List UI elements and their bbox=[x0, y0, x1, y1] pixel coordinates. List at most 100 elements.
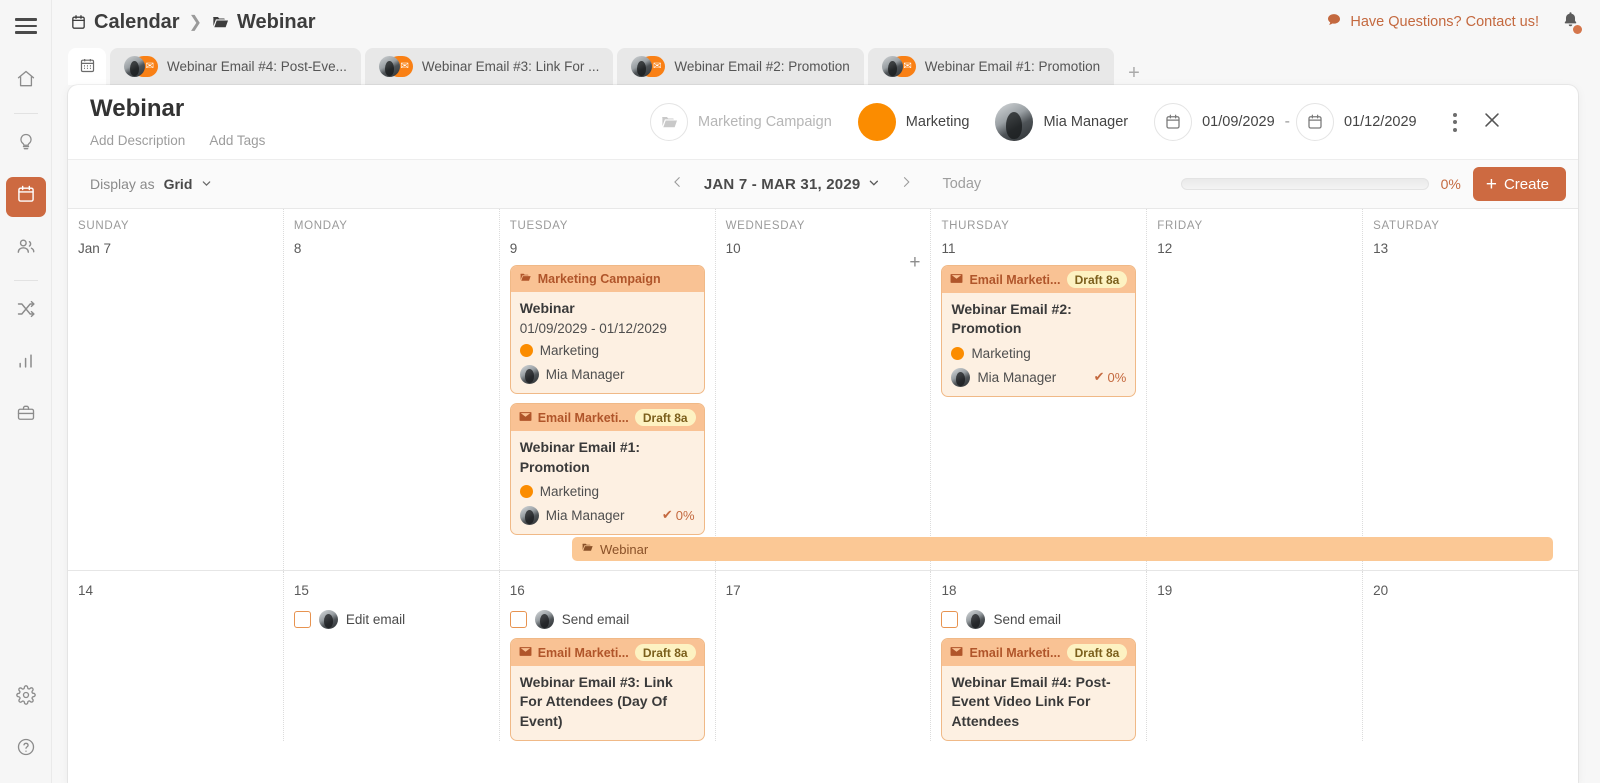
day-cell-17[interactable]: 17 bbox=[716, 571, 932, 741]
breadcrumb-root[interactable]: Calendar bbox=[94, 11, 180, 34]
event-card-email3[interactable]: Email Marketi... Draft 8a Webinar Email … bbox=[509, 638, 705, 741]
event-card-email4[interactable]: Email Marketi... Draft 8a Webinar Email … bbox=[941, 638, 1137, 741]
bar-chart-icon bbox=[16, 351, 36, 376]
day-of-week-label: SATURDAY bbox=[1373, 220, 1440, 232]
day-number: 16 bbox=[509, 583, 525, 598]
day-cell-16[interactable]: 16 Send email Email Marketi... Draft 8a bbox=[500, 571, 716, 741]
email-avatar-icon: ✉ bbox=[378, 56, 413, 77]
hamburger-icon[interactable] bbox=[14, 14, 37, 38]
spanning-event-label: Webinar bbox=[600, 541, 649, 557]
add-description-link[interactable]: Add Description bbox=[90, 133, 185, 148]
event-card-channel: Marketing bbox=[519, 343, 695, 358]
tab-strip: ✉ Webinar Email #4: Post-Eve... ✉ Webina… bbox=[68, 48, 1578, 85]
sidebar-item-ideas[interactable] bbox=[6, 125, 46, 165]
channel-chip[interactable]: Marketing bbox=[857, 103, 969, 141]
task-checkbox[interactable] bbox=[509, 611, 527, 628]
webinar-detail-panel: Webinar Add Description Add Tags Marketi… bbox=[68, 85, 1578, 783]
day-cell-saturday[interactable]: SATURDAY 13 bbox=[1363, 209, 1578, 570]
tab-label: Webinar Email #4: Post-Eve... bbox=[167, 59, 347, 74]
tab-item[interactable]: ✉ Webinar Email #3: Link For ... bbox=[364, 48, 614, 85]
avatar bbox=[995, 103, 1034, 141]
date-range-label: JAN 7 - MAR 31, 2029 bbox=[703, 175, 861, 193]
day-cell-18[interactable]: 18 Send email Email Marketi... Draft 8a bbox=[931, 571, 1148, 741]
day-cell-14[interactable]: 14 bbox=[68, 571, 284, 741]
sidebar-item-workflows[interactable] bbox=[6, 292, 46, 332]
close-icon[interactable] bbox=[1481, 109, 1503, 136]
display-as-control[interactable]: Display as Grid bbox=[90, 176, 212, 192]
event-card-channel: Marketing bbox=[519, 484, 695, 499]
event-card-type: Email Marketi... bbox=[537, 645, 629, 660]
more-options-icon[interactable] bbox=[1443, 107, 1467, 138]
day-cell-15[interactable]: 15 Edit email bbox=[284, 571, 500, 741]
day-cell-wednesday[interactable]: WEDNESDAY 10 + bbox=[716, 209, 932, 570]
calendar-icon bbox=[1296, 103, 1334, 141]
sidebar-item-analytics[interactable] bbox=[6, 344, 46, 384]
day-cell-thursday[interactable]: THURSDAY 11 Email Marketi... Draft 8a We… bbox=[931, 209, 1148, 570]
tab-calendar-home[interactable] bbox=[68, 48, 106, 85]
task-row[interactable]: Send email bbox=[941, 610, 1136, 629]
day-cell-19[interactable]: 19 bbox=[1147, 571, 1364, 741]
owner-chip[interactable]: Mia Manager bbox=[995, 103, 1128, 141]
notification-bell-icon[interactable] bbox=[1561, 10, 1582, 34]
event-card-campaign[interactable]: Marketing Campaign Webinar 01/09/2029 - … bbox=[509, 265, 705, 395]
email-avatar-icon: ✉ bbox=[881, 56, 916, 77]
panel-title-actions: Add Description Add Tags bbox=[90, 133, 650, 148]
day-cell-sunday[interactable]: SUNDAY Jan 7 bbox=[68, 209, 284, 570]
tab-item[interactable]: ✉ Webinar Email #1: Promotion bbox=[867, 48, 1115, 85]
day-number: 8 bbox=[293, 241, 302, 256]
folder-icon bbox=[650, 103, 688, 141]
sidebar-item-calendar[interactable] bbox=[5, 176, 46, 217]
task-checkbox[interactable] bbox=[293, 611, 311, 628]
start-date-chip[interactable]: 01/09/2029 bbox=[1154, 103, 1275, 141]
add-event-icon[interactable]: + bbox=[909, 253, 920, 272]
add-tab-button[interactable]: + bbox=[1128, 62, 1140, 85]
shuffle-icon bbox=[16, 299, 36, 324]
campaign-chip[interactable]: Marketing Campaign bbox=[650, 103, 832, 141]
folder-icon bbox=[581, 541, 594, 557]
day-cell-monday[interactable]: MONDAY 8 bbox=[284, 209, 500, 570]
next-period-icon[interactable] bbox=[893, 172, 918, 197]
tab-item[interactable]: ✉ Webinar Email #4: Post-Eve... bbox=[110, 48, 361, 85]
people-icon bbox=[15, 236, 36, 262]
event-card-email2[interactable]: Email Marketi... Draft 8a Webinar Email … bbox=[941, 265, 1137, 397]
add-tags-link[interactable]: Add Tags bbox=[209, 133, 265, 148]
day-of-week-label: FRIDAY bbox=[1157, 220, 1203, 232]
chat-bubble-icon bbox=[1326, 12, 1342, 32]
left-sidebar bbox=[0, 0, 52, 783]
event-card-body: Webinar Email #4: Post-Event Video Link … bbox=[942, 666, 1135, 740]
end-date-chip[interactable]: 01/12/2029 bbox=[1296, 103, 1417, 141]
create-button[interactable]: + Create bbox=[1472, 167, 1566, 201]
day-number: 15 bbox=[293, 583, 309, 598]
task-row[interactable]: Send email bbox=[509, 610, 705, 629]
sidebar-item-home[interactable] bbox=[6, 62, 46, 102]
event-card-header: Email Marketi... Draft 8a bbox=[942, 266, 1136, 293]
sidebar-item-settings[interactable] bbox=[6, 677, 46, 717]
prev-period-icon[interactable] bbox=[665, 172, 690, 197]
day-cell-friday[interactable]: FRIDAY 12 bbox=[1147, 209, 1364, 570]
day-cell-20[interactable]: 20 bbox=[1363, 571, 1578, 741]
breadcrumb-current[interactable]: Webinar bbox=[237, 11, 316, 34]
email-avatar-icon: ✉ bbox=[631, 56, 666, 77]
owner-label: Mia Manager bbox=[977, 369, 1057, 385]
event-card-title: Webinar Email #2: Promotion bbox=[951, 301, 1072, 337]
sidebar-item-help[interactable] bbox=[6, 729, 46, 769]
event-card-owner: Mia Manager bbox=[519, 365, 695, 385]
sidebar-item-assets[interactable] bbox=[6, 396, 46, 436]
day-cell-tuesday[interactable]: TUESDAY 9 Marketing Campaign Webinar 01/… bbox=[500, 209, 716, 570]
event-card-email1[interactable]: Email Marketi... Draft 8a Webinar Email … bbox=[509, 403, 705, 535]
channel-label: Marketing bbox=[971, 345, 1031, 361]
date-range-selector[interactable]: JAN 7 - MAR 31, 2029 bbox=[704, 176, 880, 193]
today-button[interactable]: Today bbox=[942, 176, 981, 192]
contact-us-link[interactable]: Have Questions? Contact us! bbox=[1326, 12, 1539, 32]
status-badge: Draft 8a bbox=[634, 409, 696, 427]
task-row[interactable]: Edit email bbox=[293, 610, 489, 629]
task-checkbox[interactable] bbox=[941, 611, 959, 628]
event-card-header: Email Marketi... Draft 8a bbox=[510, 639, 704, 666]
envelope-icon bbox=[950, 646, 963, 660]
day-of-week-label: WEDNESDAY bbox=[725, 220, 806, 232]
tab-item[interactable]: ✉ Webinar Email #2: Promotion bbox=[617, 48, 864, 85]
sidebar-item-people[interactable] bbox=[6, 229, 46, 269]
task-label: Send email bbox=[561, 612, 630, 627]
spanning-event-bar[interactable]: Webinar bbox=[572, 537, 1553, 561]
tab-label: Webinar Email #1: Promotion bbox=[924, 59, 1101, 74]
